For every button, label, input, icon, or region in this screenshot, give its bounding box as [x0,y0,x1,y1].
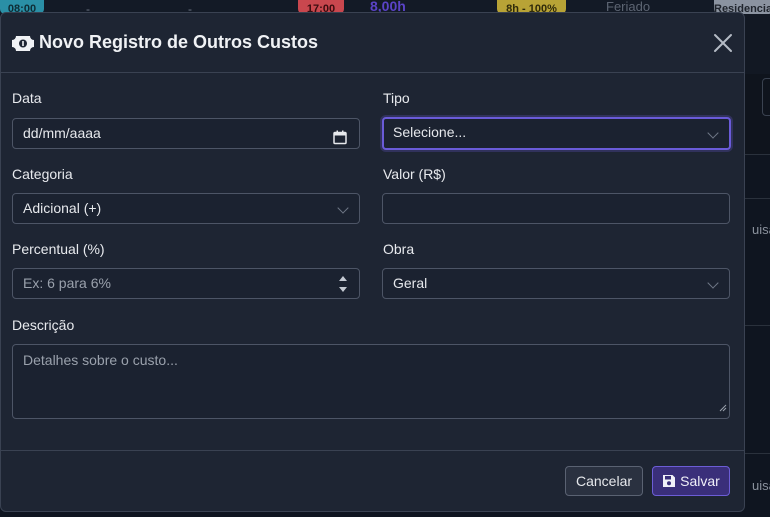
valor-input[interactable] [382,193,730,224]
cancel-button[interactable]: Cancelar [565,466,643,496]
percentual-placeholder: Ex: 6 para 6% [23,275,111,291]
save-button[interactable]: Salvar [652,466,730,496]
percentual-input[interactable]: Ex: 6 para 6% [12,268,360,299]
number-spinner-icon[interactable] [338,274,348,294]
categoria-select-value: Adicional (+) [23,200,102,216]
date-input[interactable]: dd/mm/aaaa [12,118,360,149]
tipo-select[interactable]: Selecione... [382,117,731,150]
modal-footer: Cancelar Salvar [1,450,744,513]
chevron-down-icon [707,277,719,289]
tipo-select-value: Selecione... [393,124,467,140]
background-text: uisa [752,478,770,493]
money-bill-icon [12,35,34,51]
descricao-textarea[interactable]: Detalhes sobre o custo... [12,344,730,419]
close-button[interactable] [713,33,733,53]
modal-title: Novo Registro de Outros Custos [39,32,319,52]
descricao-placeholder: Detalhes sobre o custo... [23,352,178,368]
calendar-icon[interactable] [333,126,347,155]
close-icon [714,34,732,52]
categoria-select[interactable]: Adicional (+) [12,193,360,224]
chevron-down-icon [707,127,719,139]
background-text: uisa [752,222,770,237]
background-control [762,78,770,116]
obra-select[interactable]: Geral [382,268,730,299]
modal-header: Novo Registro de Outros Custos [1,13,744,73]
chevron-down-icon [337,202,349,214]
obra-label: Obra [383,241,415,257]
categoria-label: Categoria [12,166,73,182]
obra-select-value: Geral [393,275,428,291]
resize-handle-icon[interactable] [719,398,727,416]
divider [745,154,770,155]
descricao-label: Descrição [12,317,75,333]
floppy-disk-icon [663,475,676,487]
divider [745,453,770,454]
date-input-value: dd/mm/aaaa [23,125,101,141]
save-button-label: Salvar [680,473,720,489]
background-panel [745,14,770,74]
divider [745,325,770,326]
divider [745,198,770,199]
new-cost-modal: Novo Registro de Outros Custos Data dd/m… [0,12,745,512]
modal-title-wrap: Novo Registro de Outros Custos [12,32,318,53]
valor-label: Valor (R$) [383,166,446,182]
percentual-label: Percentual (%) [12,241,105,257]
tipo-label: Tipo [383,90,410,106]
data-label: Data [12,90,42,106]
